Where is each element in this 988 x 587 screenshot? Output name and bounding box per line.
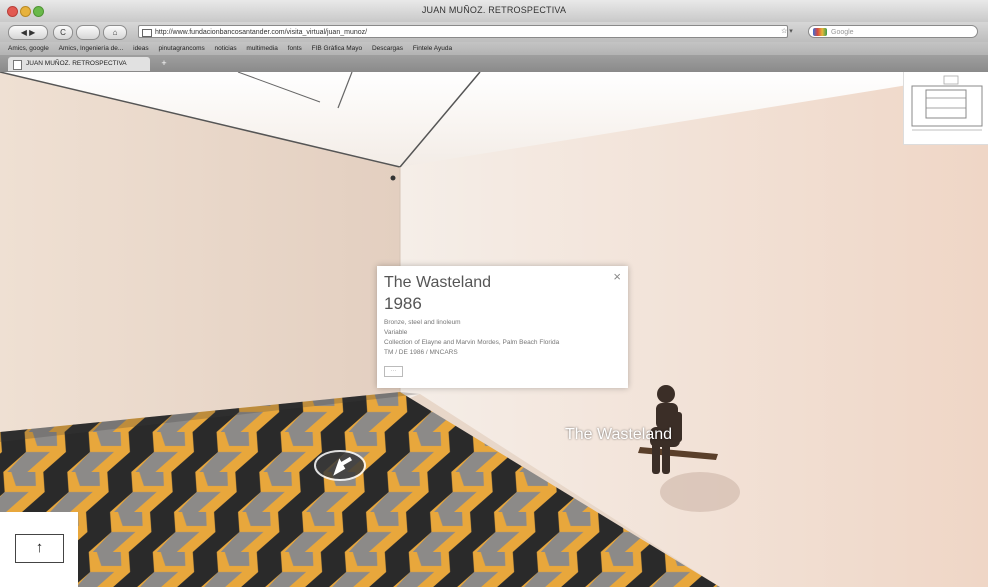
up-button-panel: ↑ [0, 512, 78, 587]
site-favicon-icon [142, 29, 152, 37]
tab-juan-munoz[interactable]: JUAN MUÑOZ. RETROSPECTIVA [8, 57, 150, 71]
floor-plan-minimap[interactable] [903, 72, 988, 145]
google-logo-icon [813, 28, 827, 36]
artwork-info-card: The Wasteland 1986 Bronze, steel and lin… [377, 266, 628, 388]
bookmark-item[interactable]: noticias [215, 42, 237, 55]
artwork-credit: TM / DE 1986 / MNCARS [384, 349, 458, 356]
browser-toolbar: ◀ ▶ C ⌂ http://www.fundacionbancosantand… [0, 22, 988, 42]
bookmark-item[interactable]: Fintele Ayuda [413, 42, 452, 55]
home-button[interactable]: ⌂ [103, 25, 127, 40]
artwork-collection: Collection of Elayne and Marvin Mordes, … [384, 339, 560, 346]
window-titlebar: JUAN MUÑOZ. RETROSPECTIVA [0, 0, 988, 23]
window-title: JUAN MUÑOZ. RETROSPECTIVA [421, 5, 567, 15]
url-text: http://www.fundacionbancosantander.com/v… [155, 29, 368, 36]
panorama-viewport[interactable]: The Wasteland 1986 Bronze, steel and lin… [0, 72, 988, 587]
bookmark-item[interactable]: FIB Gràfica Mayo [312, 42, 363, 55]
bookmark-item[interactable]: multimedia [246, 42, 277, 55]
tab-bar: JUAN MUÑOZ. RETROSPECTIVA + [0, 55, 988, 72]
search-placeholder: Google [831, 29, 854, 36]
bookmark-item[interactable]: ideas [133, 42, 149, 55]
sculpture-label[interactable]: The Wasteland [565, 426, 672, 444]
artwork-year: 1986 [384, 294, 422, 313]
bookmark-item[interactable]: Amics, Ingeniería de... [59, 42, 124, 55]
close-icon[interactable]: × [613, 269, 621, 284]
page-icon [13, 60, 22, 70]
rss-icon[interactable]: ☆ ▾ [781, 25, 793, 38]
reload-button[interactable]: C [53, 25, 73, 40]
artwork-medium: Bronze, steel and linoleum [384, 319, 461, 326]
navigate-arrow-icon[interactable] [313, 449, 367, 482]
arrow-up-icon[interactable]: ↑ [15, 534, 64, 563]
search-input[interactable]: Google [808, 25, 978, 38]
address-bar[interactable]: http://www.fundacionbancosantander.com/v… [138, 25, 788, 38]
back-forward-button[interactable]: ◀ ▶ [8, 25, 48, 40]
bookmark-item[interactable]: pinutagrancoms [158, 42, 204, 55]
artwork-title: The Wasteland [384, 274, 492, 291]
artwork-dimensions: Variable [384, 329, 408, 336]
bookmark-button[interactable] [76, 25, 100, 40]
bookmark-item[interactable]: fonts [288, 42, 302, 55]
bookmarks-bar: Amics, google Amics, Ingeniería de... id… [0, 42, 988, 55]
floor-plan-icon [911, 75, 983, 131]
tab-label: JUAN MUÑOZ. RETROSPECTIVA [26, 60, 127, 67]
new-tab-button[interactable]: + [158, 58, 170, 69]
bookmark-item[interactable]: Descargas [372, 42, 403, 55]
more-info-button[interactable]: ··· [384, 366, 403, 377]
bookmark-item[interactable]: Amics, google [8, 42, 49, 55]
